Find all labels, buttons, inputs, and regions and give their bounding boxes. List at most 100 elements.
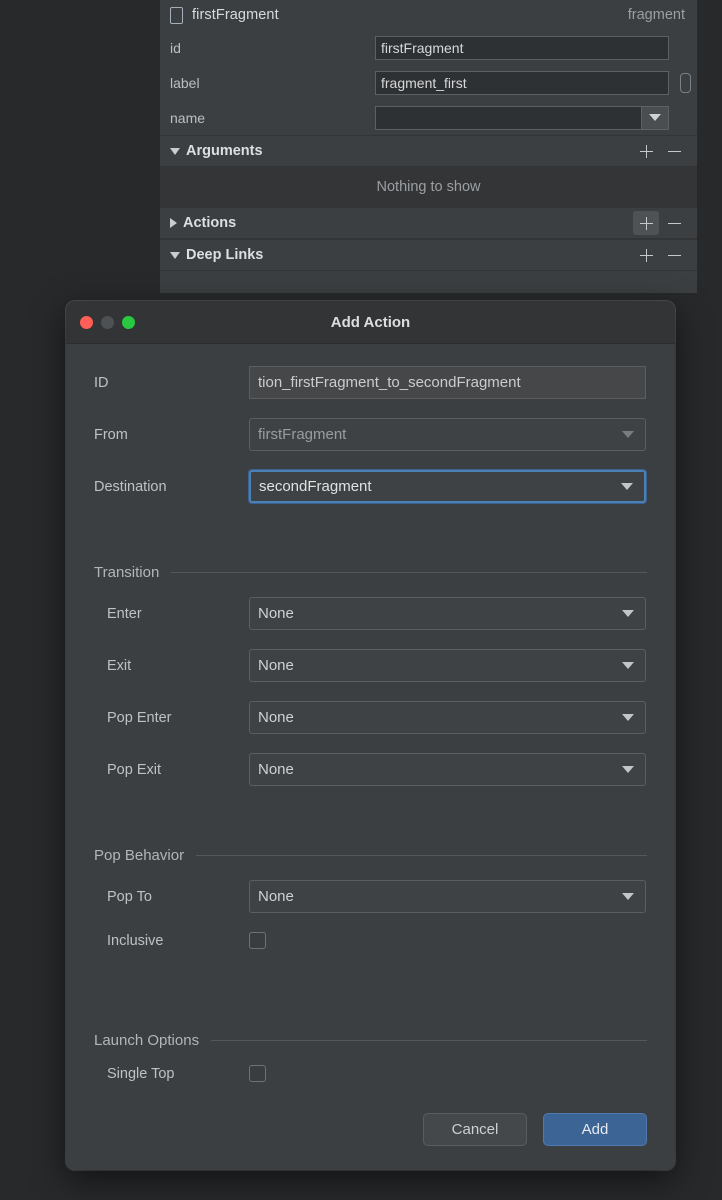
row-destination: Destination secondFragment: [94, 470, 647, 503]
minimize-icon[interactable]: [101, 315, 114, 329]
section-controls-deep-links: [633, 243, 697, 267]
plus-icon: [639, 216, 653, 230]
section-header-arguments[interactable]: Arguments: [160, 135, 697, 167]
pop-to-dropdown[interactable]: None: [249, 880, 646, 913]
row-pop-exit: Pop Exit None: [94, 753, 647, 786]
attributes-panel-header: firstFragment fragment: [160, 0, 697, 30]
chevron-down-icon: [170, 147, 180, 155]
chevron-down-icon: [622, 893, 634, 900]
remove-deep-link-button[interactable]: [661, 243, 687, 267]
row-pop-to: Pop To None: [94, 880, 647, 913]
pop-exit-transition-value: None: [258, 761, 294, 778]
row-from: From firstFragment: [94, 418, 647, 451]
add-action-button[interactable]: [633, 211, 659, 235]
label-enter: Enter: [107, 605, 142, 622]
window-controls: [66, 315, 135, 329]
row-exit: Exit None: [94, 649, 647, 682]
row-inclusive: Inclusive: [94, 932, 647, 949]
chevron-right-icon: [170, 218, 177, 228]
label-id: ID: [94, 374, 109, 391]
section-header-deep-links[interactable]: Deep Links: [160, 239, 697, 271]
pop-to-value: None: [258, 888, 294, 905]
add-argument-button[interactable]: [633, 139, 659, 163]
dialog-titlebar: Add Action: [66, 301, 675, 344]
page-title: firstFragment: [192, 7, 279, 23]
zoom-icon[interactable]: [122, 315, 135, 329]
add-action-dialog: Add Action ID From firstFragment Destina…: [66, 301, 675, 1170]
chevron-down-icon: [622, 714, 634, 721]
minus-icon: [667, 145, 681, 158]
row-enter: Enter None: [94, 597, 647, 630]
minus-icon: [667, 249, 681, 262]
add-deep-link-button[interactable]: [633, 243, 659, 267]
dialog-title: Add Action: [330, 313, 411, 331]
destination-dropdown[interactable]: secondFragment: [249, 470, 646, 503]
divider: [196, 855, 647, 856]
label-from: From: [94, 426, 128, 443]
inclusive-checkbox[interactable]: [249, 932, 266, 949]
group-label-pop-behavior: Pop Behavior: [94, 847, 185, 864]
remove-argument-button[interactable]: [661, 139, 687, 163]
label-field[interactable]: [375, 70, 669, 95]
chevron-down-icon: [649, 114, 661, 121]
attribute-label-label: label: [170, 74, 200, 91]
plus-icon: [639, 248, 653, 262]
chevron-down-icon: [621, 483, 633, 490]
close-icon[interactable]: [80, 315, 93, 329]
section-header-actions[interactable]: Actions: [160, 207, 697, 239]
enter-transition-value: None: [258, 605, 294, 622]
row-single-top: Single Top: [94, 1065, 647, 1082]
action-id-input[interactable]: [249, 366, 646, 399]
group-transition: Transition: [94, 564, 647, 581]
dialog-body: ID From firstFragment Destination second…: [66, 344, 675, 1113]
cancel-button[interactable]: Cancel: [423, 1113, 527, 1146]
chevron-down-icon: [170, 251, 180, 259]
pop-enter-transition-value: None: [258, 709, 294, 726]
label-destination: Destination: [94, 478, 167, 495]
chevron-down-icon: [622, 610, 634, 617]
name-combobox-button[interactable]: [641, 106, 668, 129]
resource-picker-icon[interactable]: [680, 72, 691, 93]
section-title-actions: Actions: [183, 215, 237, 231]
exit-transition-dropdown[interactable]: None: [249, 649, 646, 682]
group-label-transition: Transition: [94, 564, 160, 581]
attribute-label-id: id: [170, 39, 181, 56]
label-inclusive: Inclusive: [107, 932, 164, 949]
enter-transition-dropdown[interactable]: None: [249, 597, 646, 630]
divider: [211, 1040, 647, 1041]
chevron-down-icon: [622, 662, 634, 669]
chevron-down-icon: [622, 766, 634, 773]
row-id: ID: [94, 366, 647, 399]
plus-icon: [639, 144, 653, 158]
attribute-row-id: id: [160, 30, 697, 65]
label-exit: Exit: [107, 657, 132, 674]
from-dropdown[interactable]: firstFragment: [249, 418, 646, 451]
from-dropdown-value: firstFragment: [258, 426, 347, 443]
label-pop-enter: Pop Enter: [107, 709, 172, 726]
row-pop-enter: Pop Enter None: [94, 701, 647, 734]
attribute-label-name: name: [170, 109, 206, 126]
arguments-empty-state: Nothing to show: [160, 167, 697, 207]
group-label-launch-options: Launch Options: [94, 1032, 200, 1049]
attribute-row-name: name: [160, 100, 697, 135]
section-title-deep-links: Deep Links: [186, 247, 264, 263]
section-title-arguments: Arguments: [186, 143, 263, 159]
minus-icon: [667, 217, 681, 230]
group-pop-behavior: Pop Behavior: [94, 847, 647, 864]
single-top-checkbox[interactable]: [249, 1065, 266, 1082]
attributes-panel: firstFragment fragment id label name Arg…: [160, 0, 697, 293]
name-combobox[interactable]: [375, 105, 669, 130]
add-button[interactable]: Add: [543, 1113, 647, 1146]
pop-exit-transition-dropdown[interactable]: None: [249, 753, 646, 786]
id-field[interactable]: [375, 35, 669, 60]
section-controls-actions: [633, 211, 697, 235]
label-pop-exit: Pop Exit: [107, 761, 161, 778]
remove-action-button[interactable]: [661, 211, 687, 235]
attribute-row-label: label: [160, 65, 697, 100]
label-single-top: Single Top: [107, 1065, 175, 1082]
pop-enter-transition-dropdown[interactable]: None: [249, 701, 646, 734]
